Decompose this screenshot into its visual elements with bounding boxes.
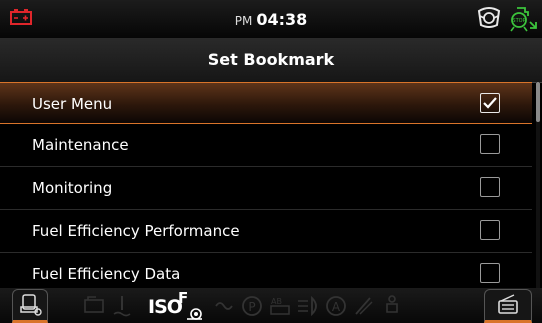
iso-pattern-indicator: ISO xyxy=(148,296,183,318)
auto-idle-button[interactable] xyxy=(12,289,48,323)
air-filter-icon: AB xyxy=(270,297,290,315)
title-bar: Set Bookmark xyxy=(0,38,542,83)
clock: PM 04:38 xyxy=(0,10,542,29)
auto-mode-icon: A xyxy=(326,296,346,316)
list-item-label: Monitoring xyxy=(32,179,113,197)
steering-wheel-icon xyxy=(477,7,501,28)
snail-icon xyxy=(187,308,202,320)
fine-mode-indicator: F xyxy=(178,289,189,307)
list-item-label: User Menu xyxy=(32,95,113,113)
list-item-label: Maintenance xyxy=(32,136,129,154)
radio-icon xyxy=(498,294,518,314)
scrollbar[interactable] xyxy=(536,82,540,288)
stop-start-label: STOP xyxy=(512,18,525,24)
bookmark-checkbox[interactable] xyxy=(480,220,500,240)
wiper-icon xyxy=(355,297,373,315)
preheat-icon xyxy=(215,302,233,310)
engine-icon xyxy=(84,296,104,313)
svg-text:A: A xyxy=(332,300,341,314)
scrollbar-thumb[interactable] xyxy=(536,82,540,122)
bookmark-checkbox[interactable] xyxy=(480,93,500,113)
auto-machine-icon xyxy=(20,294,42,316)
seat-belt-icon xyxy=(386,295,398,313)
list-item[interactable]: Monitoring xyxy=(0,167,532,210)
work-light-icon xyxy=(298,295,317,317)
list-item-label: Fuel Efficiency Data xyxy=(32,265,181,283)
list-item[interactable]: User Menu xyxy=(0,82,532,124)
check-icon xyxy=(483,97,497,109)
bookmark-list: User Menu Maintenance Monitoring Fuel Ef… xyxy=(0,82,532,296)
stop-start-icon: STOP xyxy=(510,7,537,32)
bookmark-checkbox[interactable] xyxy=(480,134,500,154)
svg-text:AB: AB xyxy=(271,297,282,306)
bookmark-checkbox[interactable] xyxy=(480,263,500,283)
bookmark-checkbox[interactable] xyxy=(480,177,500,197)
parking-brake-icon: P xyxy=(242,296,262,316)
machine-display: PM 04:38 STOP Set Bookmark User Menu Mai… xyxy=(0,0,542,323)
list-item[interactable]: Fuel Efficiency Performance xyxy=(0,210,532,253)
indicator-bar: ISO F P AB A xyxy=(0,288,542,323)
page-title: Set Bookmark xyxy=(207,50,335,69)
clock-ampm: PM xyxy=(234,14,253,28)
list-item[interactable]: Maintenance xyxy=(0,124,532,167)
coolant-icon xyxy=(113,296,131,317)
radio-button[interactable] xyxy=(484,289,532,323)
svg-text:P: P xyxy=(248,300,255,314)
clock-time: 04:38 xyxy=(256,10,308,29)
status-bar: PM 04:38 STOP xyxy=(0,0,542,38)
list-item-label: Fuel Efficiency Performance xyxy=(32,222,240,240)
